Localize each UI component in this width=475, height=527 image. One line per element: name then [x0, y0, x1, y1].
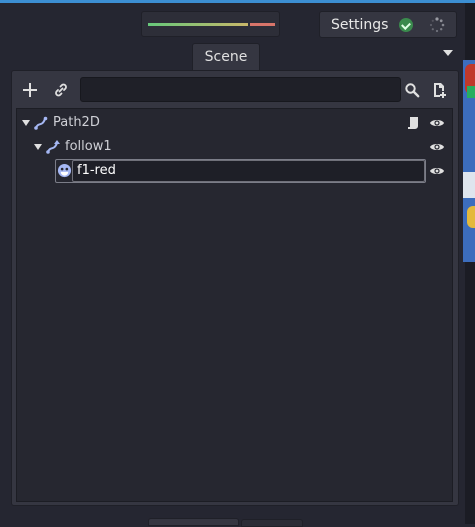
check-icon	[399, 18, 413, 32]
visibility-eye-icon[interactable]	[429, 139, 445, 155]
rename-node-value: f1-red	[77, 163, 116, 178]
tab-scene[interactable]: Scene	[192, 43, 260, 70]
tree-item-label[interactable]: follow1	[65, 139, 112, 154]
collapse-arrow-icon[interactable]	[34, 144, 42, 150]
viewport-preview	[463, 60, 475, 262]
filter-nodes-input[interactable]	[80, 77, 401, 102]
plus-icon[interactable]	[22, 82, 38, 98]
bottom-dock-tab[interactable]	[241, 519, 303, 527]
tab-scene-label: Scene	[204, 49, 248, 65]
link-icon[interactable]	[53, 82, 69, 98]
viewport-edge-accent	[465, 0, 475, 3]
script-add-icon[interactable]	[430, 81, 448, 99]
search-icon[interactable]	[404, 82, 420, 98]
preview-shape-gold	[467, 206, 475, 228]
rename-node-input[interactable]: f1-red	[72, 160, 425, 182]
volume-meter	[141, 11, 280, 37]
sprite-icon	[57, 163, 72, 178]
settings-button[interactable]: Settings	[319, 11, 457, 38]
preview-shape-green	[467, 86, 475, 98]
window-top-accent	[0, 0, 465, 3]
bottom-dock-tab[interactable]	[148, 518, 239, 526]
pathfollow2d-icon	[46, 140, 60, 154]
settings-label: Settings	[331, 17, 389, 33]
visibility-eye-icon[interactable]	[429, 115, 445, 131]
dock-menu-arrow-icon[interactable]	[443, 50, 453, 56]
spinner-icon	[429, 17, 445, 33]
volume-meter-peak	[250, 23, 275, 26]
tree-item-label[interactable]: Path2D	[53, 115, 100, 130]
visibility-eye-icon[interactable]	[429, 163, 445, 179]
volume-meter-fill	[148, 23, 248, 26]
path2d-icon	[34, 116, 48, 130]
preview-shape-white	[463, 172, 475, 198]
collapse-arrow-icon[interactable]	[22, 120, 30, 126]
script-icon[interactable]	[405, 115, 421, 131]
